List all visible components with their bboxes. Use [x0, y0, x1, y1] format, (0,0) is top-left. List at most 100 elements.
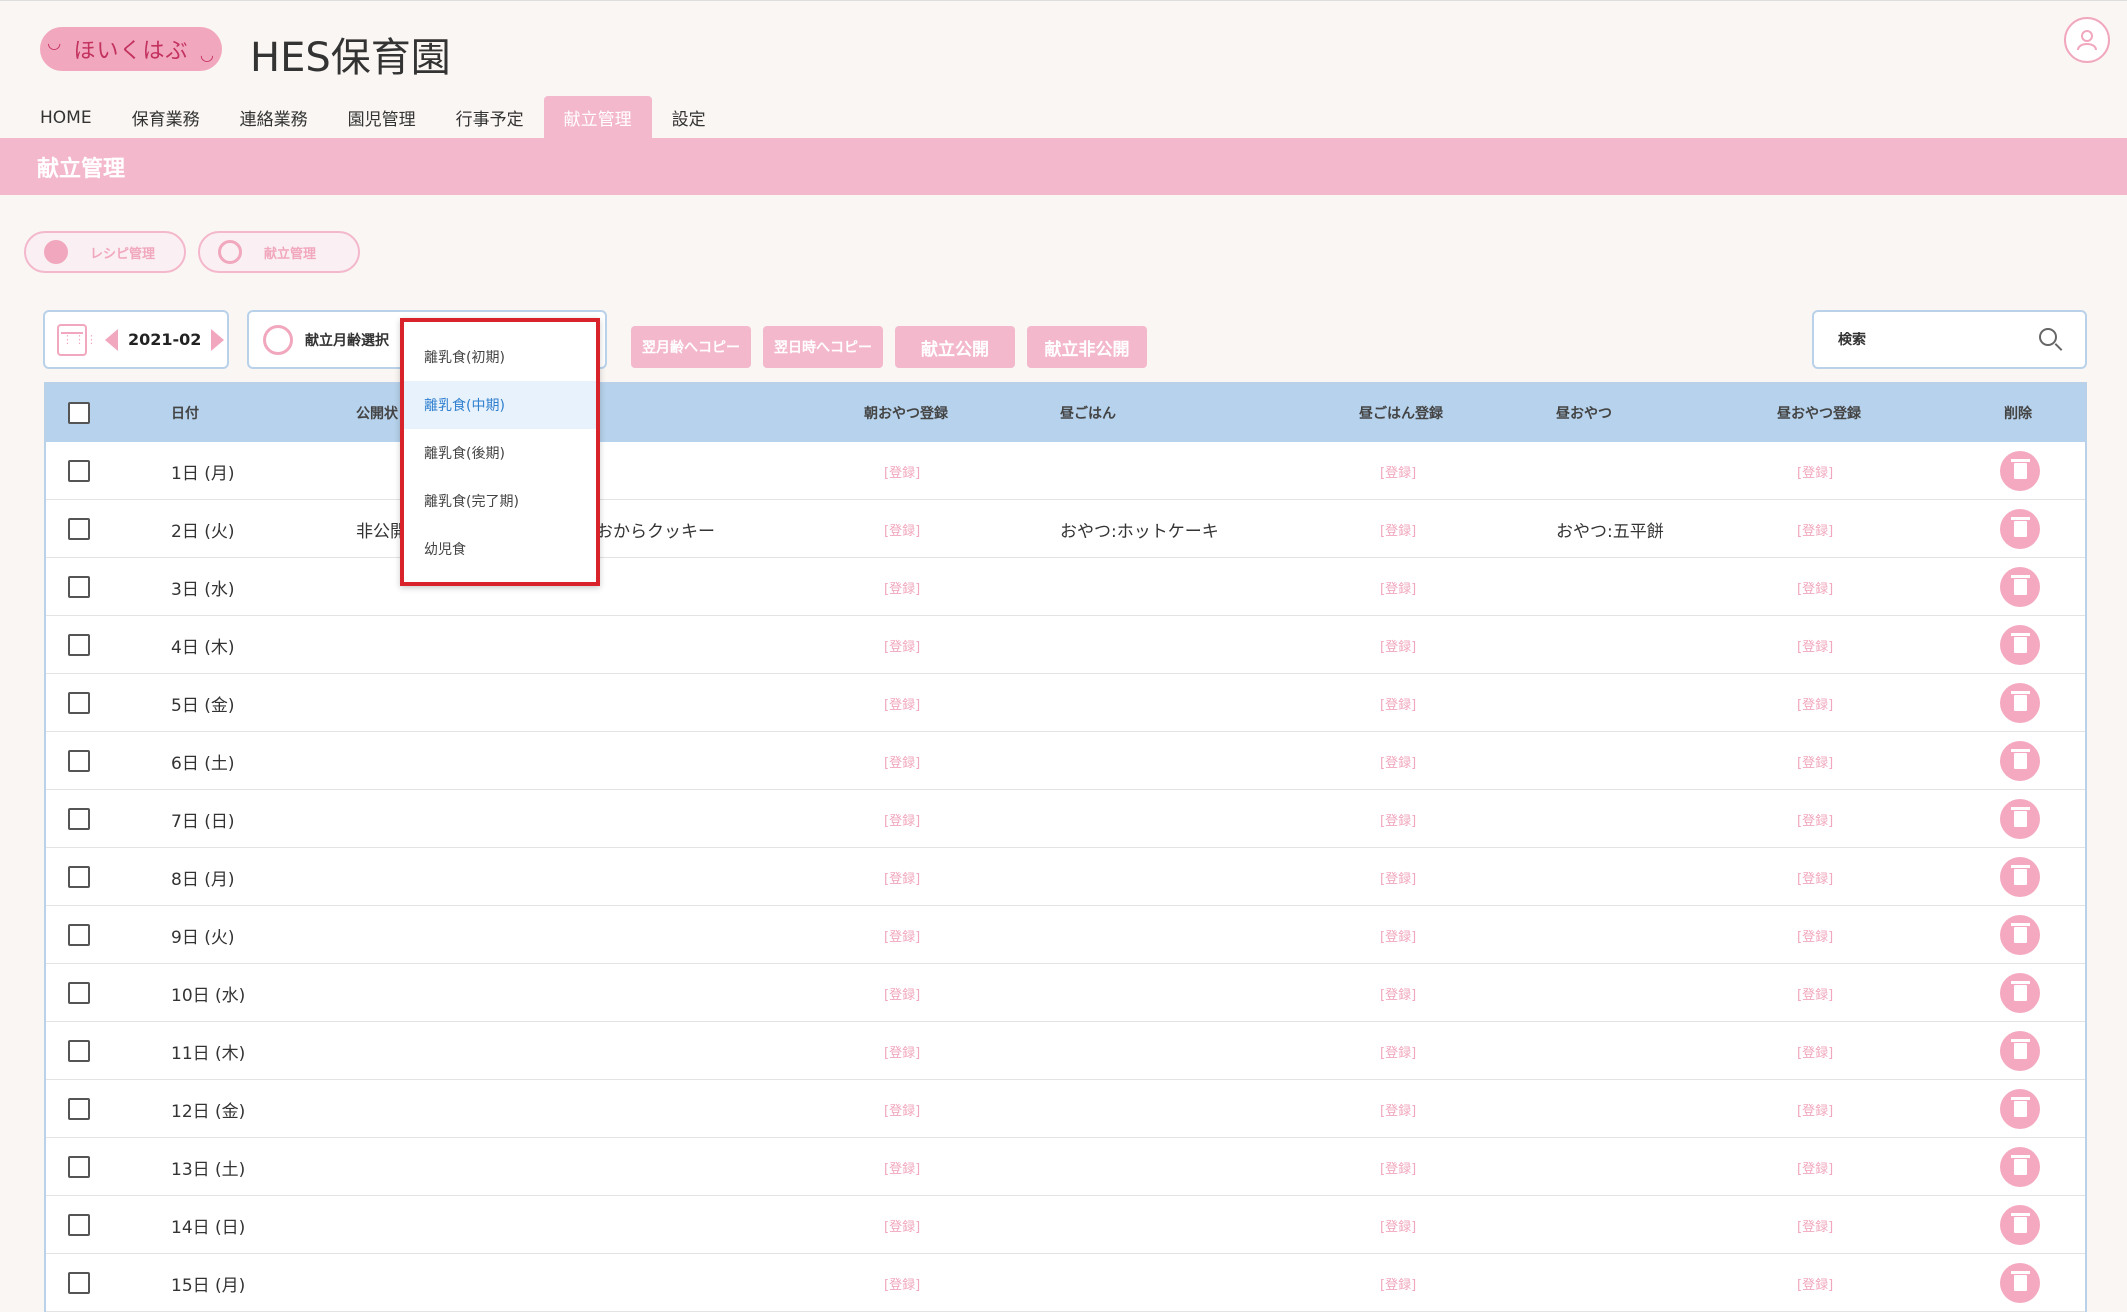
row-checkbox[interactable] — [68, 924, 90, 946]
copy-next-month-button[interactable]: 翌月齢へコピー — [631, 326, 751, 368]
lunch-register-link[interactable]: [登録] — [1380, 964, 1416, 1022]
delete-button[interactable] — [2000, 625, 2040, 665]
row-checkbox[interactable] — [68, 1098, 90, 1120]
delete-button[interactable] — [2000, 1263, 2040, 1303]
delete-button[interactable] — [2000, 1031, 2040, 1071]
pm-snack-register-link[interactable]: [登録] — [1797, 1254, 1833, 1312]
nav-item[interactable]: 連絡業務 — [220, 96, 328, 139]
age-option[interactable]: 離乳食(初期) — [404, 333, 596, 381]
select-all-checkbox[interactable] — [68, 402, 90, 424]
age-option[interactable]: 離乳食(後期) — [404, 429, 596, 477]
row-checkbox[interactable] — [68, 1214, 90, 1236]
delete-button[interactable] — [2000, 683, 2040, 723]
lunch-register-link[interactable]: [登録] — [1380, 848, 1416, 906]
pm-snack-register-link[interactable]: [登録] — [1797, 906, 1833, 964]
morning-snack-register-link[interactable]: [登録] — [884, 906, 920, 964]
morning-snack-register-link[interactable]: [登録] — [884, 558, 920, 616]
pm-snack-register-link[interactable]: [登録] — [1797, 790, 1833, 848]
lunch-register-link[interactable]: [登録] — [1380, 1080, 1416, 1138]
morning-snack-register-link[interactable]: [登録] — [884, 616, 920, 674]
morning-snack-register-link[interactable]: [登録] — [884, 1022, 920, 1080]
recipe-management-button[interactable]: レシピ管理 — [24, 231, 186, 273]
row-checkbox[interactable] — [68, 750, 90, 772]
pm-snack-register-link[interactable]: [登録] — [1797, 558, 1833, 616]
delete-button[interactable] — [2000, 1205, 2040, 1245]
row-checkbox[interactable] — [68, 1272, 90, 1294]
morning-snack-register-link[interactable]: [登録] — [884, 1254, 920, 1312]
age-option[interactable]: 離乳食(中期) — [404, 381, 596, 429]
delete-button[interactable] — [2000, 741, 2040, 781]
pm-snack-register-link[interactable]: [登録] — [1797, 1138, 1833, 1196]
row-checkbox[interactable] — [68, 460, 90, 482]
lunch-register-link[interactable]: [登録] — [1380, 906, 1416, 964]
morning-snack-register-link[interactable]: [登録] — [884, 732, 920, 790]
nav-item[interactable]: 園児管理 — [328, 96, 436, 139]
lunch-register-link[interactable]: [登録] — [1380, 1138, 1416, 1196]
row-checkbox[interactable] — [68, 808, 90, 830]
pm-snack-register-link[interactable]: [登録] — [1797, 442, 1833, 500]
row-checkbox[interactable] — [68, 982, 90, 1004]
delete-button[interactable] — [2000, 1089, 2040, 1129]
morning-snack-register-link[interactable]: [登録] — [884, 674, 920, 732]
lunch-register-link[interactable]: [登録] — [1380, 500, 1416, 558]
lunch-register-link[interactable]: [登録] — [1380, 1196, 1416, 1254]
morning-snack-register-link[interactable]: [登録] — [884, 1080, 920, 1138]
age-option[interactable]: 幼児食 — [404, 525, 596, 573]
row-checkbox[interactable] — [68, 634, 90, 656]
delete-button[interactable] — [2000, 509, 2040, 549]
nav-item[interactable]: 保育業務 — [112, 96, 220, 139]
morning-snack-register-link[interactable]: [登録] — [884, 790, 920, 848]
lunch-register-link[interactable]: [登録] — [1380, 1022, 1416, 1080]
pm-snack-register-link[interactable]: [登録] — [1797, 500, 1833, 558]
row-checkbox[interactable] — [68, 692, 90, 714]
lunch-register-link[interactable]: [登録] — [1380, 616, 1416, 674]
lunch-register-link[interactable]: [登録] — [1380, 790, 1416, 848]
morning-snack-register-link[interactable]: [登録] — [884, 964, 920, 1022]
lunch-register-link[interactable]: [登録] — [1380, 442, 1416, 500]
pm-snack-register-link[interactable]: [登録] — [1797, 674, 1833, 732]
row-checkbox[interactable] — [68, 1156, 90, 1178]
delete-button[interactable] — [2000, 857, 2040, 897]
search-icon[interactable] — [2039, 328, 2057, 346]
user-icon[interactable] — [2064, 17, 2110, 63]
menu-management-button[interactable]: 献立管理 — [198, 231, 360, 273]
publish-button[interactable]: 献立公開 — [895, 326, 1015, 368]
row-checkbox[interactable] — [68, 866, 90, 888]
morning-snack-register-link[interactable]: [登録] — [884, 1138, 920, 1196]
age-option[interactable]: 離乳食(完了期) — [404, 477, 596, 525]
morning-snack-register-link[interactable]: [登録] — [884, 1196, 920, 1254]
row-checkbox[interactable] — [68, 576, 90, 598]
delete-button[interactable] — [2000, 973, 2040, 1013]
calendar-icon[interactable] — [57, 323, 98, 356]
morning-snack-register-link[interactable]: [登録] — [884, 442, 920, 500]
pm-snack-register-link[interactable]: [登録] — [1797, 848, 1833, 906]
morning-snack-register-link[interactable]: [登録] — [884, 500, 920, 558]
row-checkbox[interactable] — [68, 1040, 90, 1062]
next-month-icon[interactable] — [211, 328, 225, 351]
pm-snack-register-link[interactable]: [登録] — [1797, 1080, 1833, 1138]
nav-item[interactable]: HOME — [20, 96, 112, 139]
row-checkbox[interactable] — [68, 518, 90, 540]
unpublish-button[interactable]: 献立非公開 — [1027, 326, 1147, 368]
nav-item[interactable]: 設定 — [652, 96, 726, 139]
lunch-register-link[interactable]: [登録] — [1380, 674, 1416, 732]
pm-snack-register-link[interactable]: [登録] — [1797, 1022, 1833, 1080]
pm-snack-register-link[interactable]: [登録] — [1797, 616, 1833, 674]
search-input[interactable] — [1838, 331, 2028, 348]
delete-button[interactable] — [2000, 451, 2040, 491]
app-logo[interactable]: ◡ ほいくはぶ ◡ — [40, 27, 222, 71]
lunch-register-link[interactable]: [登録] — [1380, 1254, 1416, 1312]
pm-snack-register-link[interactable]: [登録] — [1797, 964, 1833, 1022]
pm-snack-register-link[interactable]: [登録] — [1797, 732, 1833, 790]
nav-item[interactable]: 献立管理 — [543, 96, 652, 139]
delete-button[interactable] — [2000, 1147, 2040, 1187]
nav-item[interactable]: 行事予定 — [436, 96, 544, 139]
lunch-register-link[interactable]: [登録] — [1380, 558, 1416, 616]
delete-button[interactable] — [2000, 799, 2040, 839]
pm-snack-register-link[interactable]: [登録] — [1797, 1196, 1833, 1254]
delete-button[interactable] — [2000, 915, 2040, 955]
morning-snack-register-link[interactable]: [登録] — [884, 848, 920, 906]
delete-button[interactable] — [2000, 567, 2040, 607]
lunch-register-link[interactable]: [登録] — [1380, 732, 1416, 790]
prev-month-icon[interactable] — [105, 328, 118, 351]
